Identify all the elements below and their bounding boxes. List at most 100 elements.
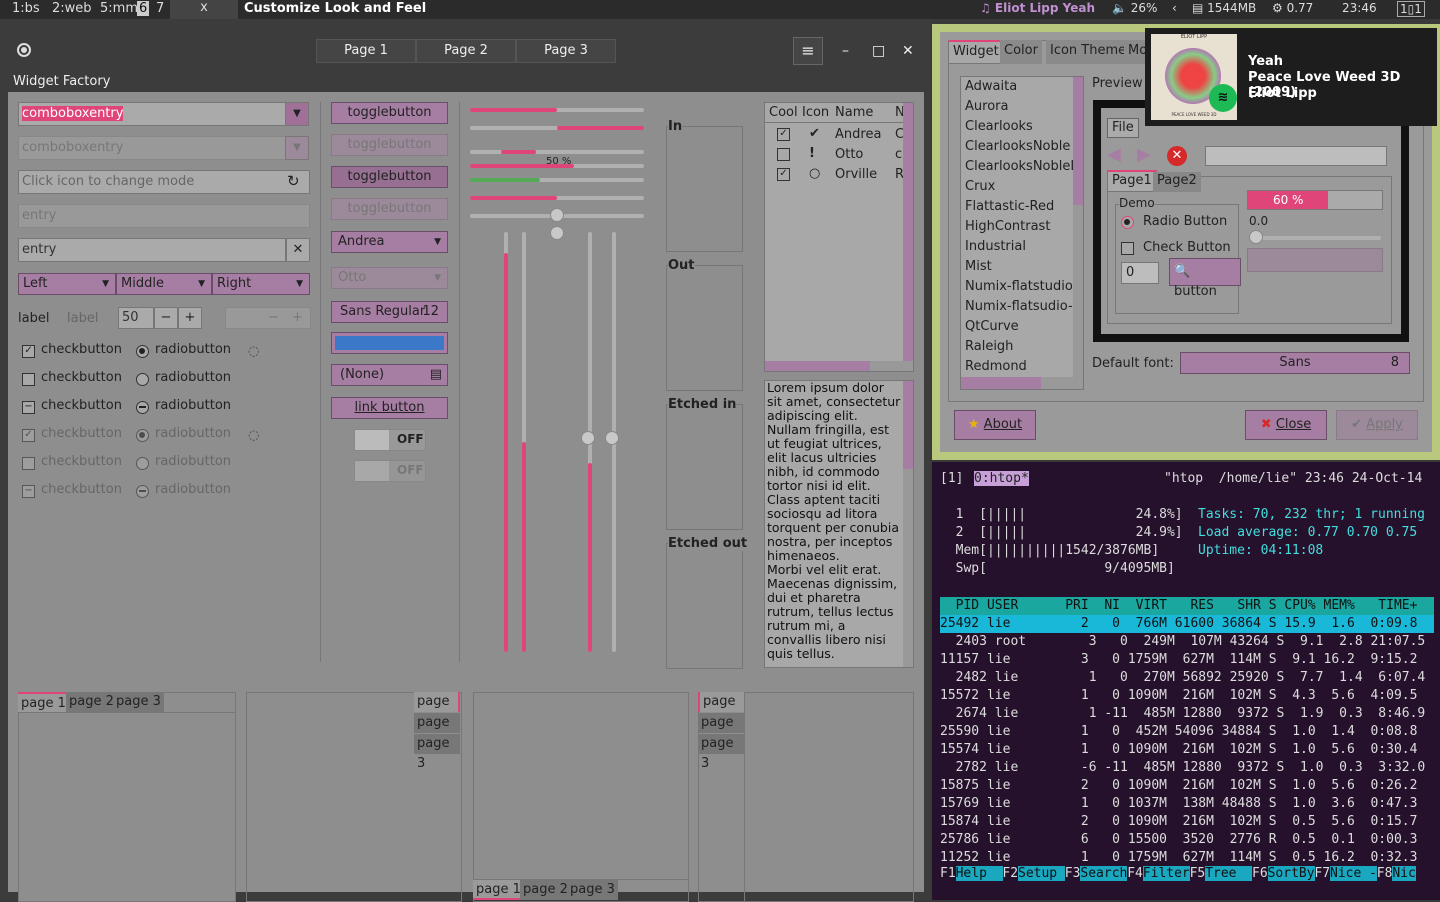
about-button[interactable]: ★ About <box>954 410 1036 440</box>
tab-page-1[interactable]: Page 1 <box>316 39 416 63</box>
theme-item[interactable]: Aurora <box>965 99 1008 114</box>
workspace-2[interactable]: 2:web <box>52 1 92 16</box>
notebook-tab[interactable]: page 3 <box>567 880 618 900</box>
tab-color[interactable]: Color <box>1000 40 1042 64</box>
hscrollbar[interactable] <box>765 361 870 371</box>
checkbox-icon[interactable]: ✓ <box>777 168 790 181</box>
switch[interactable]: OFF <box>354 429 426 451</box>
notebook-tab[interactable]: page 2 <box>520 880 571 900</box>
font-button[interactable]: Sans 8 <box>1180 352 1410 374</box>
notebook-tab[interactable]: page 2 <box>414 713 460 750</box>
color-button[interactable] <box>331 332 448 354</box>
preview-tab-1[interactable]: Page1 <box>1107 170 1157 192</box>
font-button[interactable]: Sans Regular 12 <box>331 301 448 323</box>
process-row[interactable]: 2782 lie -6 -11 485M 12880 9372 S 1.0 0.… <box>940 759 1434 777</box>
theme-item[interactable]: HighContrast <box>965 219 1050 234</box>
link-button[interactable]: link button <box>331 397 448 419</box>
text-entry[interactable]: entry <box>18 238 286 262</box>
notebook-tab[interactable]: page 3 <box>414 734 460 771</box>
theme-item[interactable]: Crux <box>965 179 995 194</box>
workspace-7[interactable]: 7 <box>156 1 164 16</box>
fkey-label[interactable]: Nic <box>1392 866 1416 881</box>
column-name[interactable]: Name <box>835 105 873 120</box>
fkey-label[interactable]: Nice - <box>1330 866 1377 881</box>
process-row[interactable]: 15874 lie 2 0 1090M 216M 102M S 0.5 5.6 … <box>940 813 1434 831</box>
clear-icon[interactable]: ✕ <box>286 238 310 262</box>
scale[interactable] <box>470 196 644 200</box>
process-row[interactable]: 25590 lie 1 0 452M 54096 34884 S 1.0 1.4… <box>940 723 1434 741</box>
fkey-label[interactable]: Help <box>955 866 1003 881</box>
theme-item[interactable]: Mist <box>965 259 992 274</box>
scale[interactable] <box>470 178 644 182</box>
column-cool[interactable]: Cool <box>769 105 798 120</box>
spin-entry[interactable]: 0 <box>1121 262 1159 284</box>
theme-item[interactable]: ClearlooksNoble <box>965 139 1070 154</box>
menu-icon[interactable]: ≡ <box>793 37 823 65</box>
stop-icon[interactable]: ✕ <box>1167 146 1187 166</box>
checkbutton-label[interactable]: checkbutton <box>41 342 122 357</box>
tree-row[interactable]: ✓ ○ Orville R <box>765 165 905 185</box>
theme-item[interactable]: Flattastic-Red <box>965 199 1054 214</box>
tmux-window-tab[interactable]: 0:htop* <box>974 471 1029 486</box>
workspace-6[interactable]: 6 <box>137 1 150 16</box>
volume-indicator[interactable]: 🔈 26% <box>1112 1 1157 15</box>
radio-icon[interactable] <box>136 345 149 358</box>
process-row[interactable]: 11157 lie 3 0 1759M 627M 114M S 9.1 16.2… <box>940 651 1434 669</box>
theme-item[interactable]: Raleigh <box>965 339 1013 354</box>
check-label[interactable]: Check Button <box>1143 240 1231 255</box>
fkey-label[interactable]: Tree <box>1205 866 1253 881</box>
radiobutton-label[interactable]: radiobutton <box>155 398 231 413</box>
theme-item[interactable]: Redmond <box>965 359 1027 374</box>
column-icon[interactable]: Icon <box>802 105 829 120</box>
music-notification[interactable]: ELIOT LIPP PEACE LOVE WEED 3D ≋ Yeah Pea… <box>1145 28 1437 126</box>
fkey-label[interactable]: Search <box>1080 866 1128 881</box>
notebook-tab[interactable]: page 2 <box>698 713 744 750</box>
checkbox-icon[interactable]: ✓ <box>22 345 35 358</box>
process-row[interactable]: 15574 lie 1 0 1090M 216M 102M S 1.0 5.6 … <box>940 741 1434 759</box>
radio-label[interactable]: Radio Button <box>1143 214 1227 229</box>
fkey-label[interactable]: SortBy <box>1267 866 1315 881</box>
htop-terminal[interactable]: [1] 0:htop* "htop /home/lie" 23:46 24-Oc… <box>932 462 1440 900</box>
process-row[interactable]: 15769 lie 1 0 1037M 138M 48488 S 1.0 3.6… <box>940 795 1434 813</box>
segment-right[interactable]: Right ▼ <box>212 273 310 295</box>
text-view[interactable]: Lorem ipsum dolor sit amet, consectetur … <box>764 380 914 668</box>
tab-icon-theme[interactable]: Icon Theme <box>1046 40 1131 64</box>
preview-entry[interactable] <box>1205 146 1387 166</box>
lorem-text[interactable]: Lorem ipsum dolor sit amet, consectetur … <box>767 381 901 661</box>
notebook-tab[interactable]: page 1 <box>698 692 744 729</box>
tree-row[interactable]: ✓ ✔ Andrea C <box>765 125 905 145</box>
fkey-label[interactable]: Filter <box>1142 866 1190 881</box>
theme-item[interactable]: Adwaita <box>965 79 1017 94</box>
file-menu[interactable]: File <box>1107 118 1139 138</box>
checkbox-icon[interactable]: − <box>22 401 35 414</box>
checkbutton-label[interactable]: checkbutton <box>41 398 122 413</box>
notebook-tab[interactable]: page 1 <box>18 692 69 712</box>
process-table-header[interactable]: PID USER PRI NI VIRT RES SHR S CPU% MEM%… <box>940 597 1434 615</box>
tab-page-2[interactable]: Page 2 <box>416 39 516 63</box>
refresh-icon[interactable]: ↻ <box>287 172 300 190</box>
theme-item[interactable]: ClearlooksNobleD <box>965 159 1080 174</box>
scrollbar[interactable] <box>1073 77 1083 205</box>
spin-plus-button[interactable]: + <box>178 307 202 329</box>
checkbox-icon[interactable] <box>777 148 790 161</box>
theme-item[interactable]: Clearlooks <box>965 119 1033 134</box>
close-button[interactable]: ✕ <box>902 43 914 59</box>
icon-entry[interactable]: Click icon to change mode <box>18 170 310 194</box>
scrollbar[interactable] <box>903 381 913 469</box>
checkbutton-label[interactable]: checkbutton <box>41 370 122 385</box>
radio-icon[interactable] <box>136 401 149 414</box>
scrollbar[interactable] <box>903 103 913 371</box>
radio-icon[interactable] <box>136 373 149 386</box>
vscale-knob[interactable] <box>581 431 595 445</box>
checkbox-icon[interactable] <box>1121 242 1134 255</box>
workspace-5[interactable]: 5:mm <box>100 1 138 16</box>
segment-middle[interactable]: Middle ▼ <box>116 273 212 295</box>
tab-page-3[interactable]: Page 3 <box>516 39 616 63</box>
scale[interactable] <box>1251 236 1381 240</box>
layout-indicator[interactable]: 1▯1 <box>1397 1 1425 17</box>
notebook-tab[interactable]: page 2 <box>66 692 117 712</box>
theme-list[interactable]: Adwaita Aurora Clearlooks ClearlooksNoble Cl… <box>960 76 1084 390</box>
radiobutton-label[interactable]: radiobutton <box>155 370 231 385</box>
close-window-button[interactable]: x <box>170 0 238 19</box>
workspace-1[interactable]: 1:bs <box>12 1 40 16</box>
